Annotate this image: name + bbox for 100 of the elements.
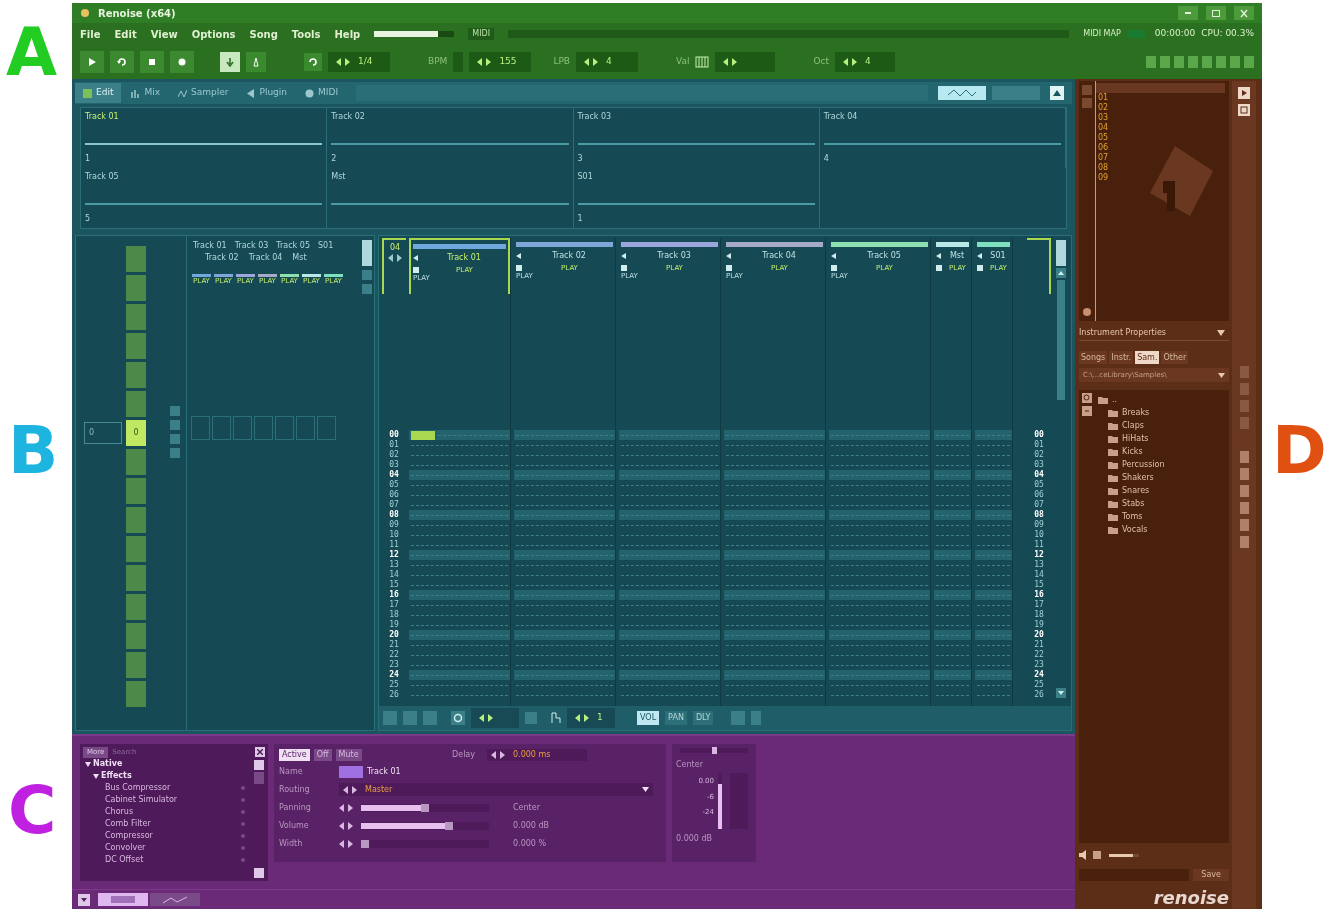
- pattern-cell[interactable]: [975, 590, 1012, 600]
- arrows-icon[interactable]: [339, 821, 353, 830]
- column-mode-button[interactable]: VOL: [637, 711, 660, 725]
- pattern-cell[interactable]: [724, 590, 825, 600]
- slider-thumb[interactable]: [711, 747, 717, 754]
- pattern-cell[interactable]: [934, 630, 971, 640]
- tree-item[interactable]: Convolver: [83, 841, 253, 854]
- folder-item[interactable]: Snares: [1096, 484, 1165, 497]
- pattern-cell[interactable]: [514, 590, 615, 600]
- folder-item[interactable]: ..: [1096, 393, 1165, 406]
- browser-tab[interactable]: Instr.: [1109, 351, 1134, 364]
- mute-toggle[interactable]: [413, 267, 419, 273]
- instrument-slot[interactable]: 06: [1096, 143, 1109, 153]
- parameter-slider[interactable]: [361, 821, 489, 830]
- pattern-cell[interactable]: [409, 510, 510, 520]
- side-tool-button[interactable]: [1239, 485, 1249, 497]
- tree-item[interactable]: Comb Filter: [83, 817, 253, 830]
- slider-thumb[interactable]: [421, 803, 429, 812]
- column-mode-button[interactable]: DLY: [692, 711, 714, 725]
- pattern-cell[interactable]: [514, 430, 615, 440]
- browser-tab[interactable]: Songs: [1079, 351, 1108, 364]
- pattern-cell[interactable]: [829, 590, 930, 600]
- pattern-cell[interactable]: [829, 670, 930, 680]
- pattern-cell[interactable]: [829, 550, 930, 560]
- pattern-cell[interactable]: [829, 430, 930, 440]
- scroll-toggle-button[interactable]: [1056, 240, 1066, 266]
- track-toggle-button[interactable]: [1188, 56, 1198, 68]
- side-tool-button[interactable]: [1239, 400, 1249, 412]
- save-button[interactable]: Save: [1193, 869, 1229, 881]
- pattern-cell[interactable]: [975, 470, 1012, 480]
- pattern-cell[interactable]: [975, 510, 1012, 520]
- block-size-field[interactable]: 1/4: [328, 52, 390, 72]
- routing-dropdown[interactable]: Master: [339, 783, 653, 796]
- view-tab[interactable]: MIDI: [297, 83, 347, 103]
- velocity-field[interactable]: [715, 52, 776, 72]
- track-toggle-button[interactable]: [1230, 56, 1240, 68]
- instrument-slot[interactable]: 08: [1096, 163, 1109, 173]
- arrows-icon[interactable]: [343, 785, 357, 794]
- slider-thumb[interactable]: [445, 821, 453, 830]
- side-tool-button[interactable]: [1239, 366, 1249, 378]
- folder-item[interactable]: Kicks: [1096, 445, 1165, 458]
- pattern-cell[interactable]: [514, 630, 615, 640]
- pan-slider[interactable]: [680, 748, 748, 753]
- pattern-cell[interactable]: [724, 510, 825, 520]
- state-button[interactable]: Off: [313, 749, 332, 761]
- mute-toggle[interactable]: [977, 265, 983, 271]
- instrument-properties-dropdown[interactable]: Instrument Properties: [1079, 325, 1229, 341]
- arrows-icon[interactable]: [477, 58, 492, 66]
- pattern-cell[interactable]: [409, 590, 510, 600]
- side-tool-button[interactable]: [1239, 519, 1249, 531]
- track-toggle-button[interactable]: [1216, 56, 1226, 68]
- state-button[interactable]: Active: [279, 749, 310, 761]
- arrows-icon[interactable]: [388, 254, 402, 262]
- menu-item[interactable]: Tools: [291, 26, 321, 42]
- instrument-slot[interactable]: 09: [1096, 173, 1109, 183]
- clear-button[interactable]: [255, 747, 265, 758]
- play-icon[interactable]: [1238, 87, 1250, 99]
- menu-item[interactable]: View: [150, 26, 178, 42]
- close-button[interactable]: [1234, 6, 1254, 20]
- pattern-cell[interactable]: [619, 470, 720, 480]
- pattern-cell[interactable]: [619, 510, 720, 520]
- scroll-toggle-button[interactable]: [362, 240, 372, 266]
- pattern-cell[interactable]: [514, 670, 615, 680]
- pattern-cell[interactable]: [724, 550, 825, 560]
- tree-item[interactable]: DC Offset: [83, 853, 253, 866]
- arrows-icon[interactable]: [339, 839, 353, 848]
- arrows-icon[interactable]: [339, 803, 353, 812]
- slider-thumb[interactable]: [361, 839, 369, 848]
- matrix-cell[interactable]: Track 02 2: [327, 108, 574, 168]
- toolbar-button[interactable]: [731, 711, 746, 725]
- pattern-cell[interactable]: [724, 430, 825, 440]
- maximize-button[interactable]: [1206, 6, 1226, 20]
- pattern-cell[interactable]: [934, 590, 971, 600]
- instrument-slot[interactable]: 04: [1096, 123, 1109, 133]
- pattern-cell[interactable]: [514, 510, 615, 520]
- dropdown-button[interactable]: [78, 893, 90, 906]
- master-volume-slider[interactable]: [374, 31, 455, 37]
- mute-toggle[interactable]: [516, 265, 522, 271]
- arrows-icon[interactable]: [336, 58, 350, 66]
- instrument-slot[interactable]: 02: [1096, 103, 1109, 113]
- pattern-cell[interactable]: [975, 430, 1012, 440]
- loop-block-button[interactable]: [304, 53, 322, 71]
- side-tool-button[interactable]: [1239, 536, 1249, 548]
- pattern-cell[interactable]: [829, 470, 930, 480]
- loop-button[interactable]: [451, 711, 465, 725]
- matrix-cell[interactable]: Track 04 4: [819, 108, 1066, 168]
- arrows-icon[interactable]: [843, 58, 858, 66]
- mute-toggle[interactable]: [621, 265, 627, 271]
- mute-toggle[interactable]: [726, 265, 732, 271]
- arrows-icon[interactable]: [479, 714, 493, 722]
- view-tab[interactable]: Edit: [75, 83, 122, 103]
- scroll-down-button[interactable]: [1056, 688, 1066, 698]
- pattern-cell[interactable]: [975, 670, 1012, 680]
- track-toggle-button[interactable]: [1174, 56, 1184, 68]
- state-button[interactable]: Mute: [335, 749, 362, 761]
- plugin-icon[interactable]: [1082, 307, 1092, 317]
- collapse-button[interactable]: [1050, 86, 1064, 100]
- sequence-position-field[interactable]: 0: [84, 422, 122, 444]
- pattern-cell[interactable]: [934, 670, 971, 680]
- browser-tab[interactable]: Other: [1161, 351, 1189, 364]
